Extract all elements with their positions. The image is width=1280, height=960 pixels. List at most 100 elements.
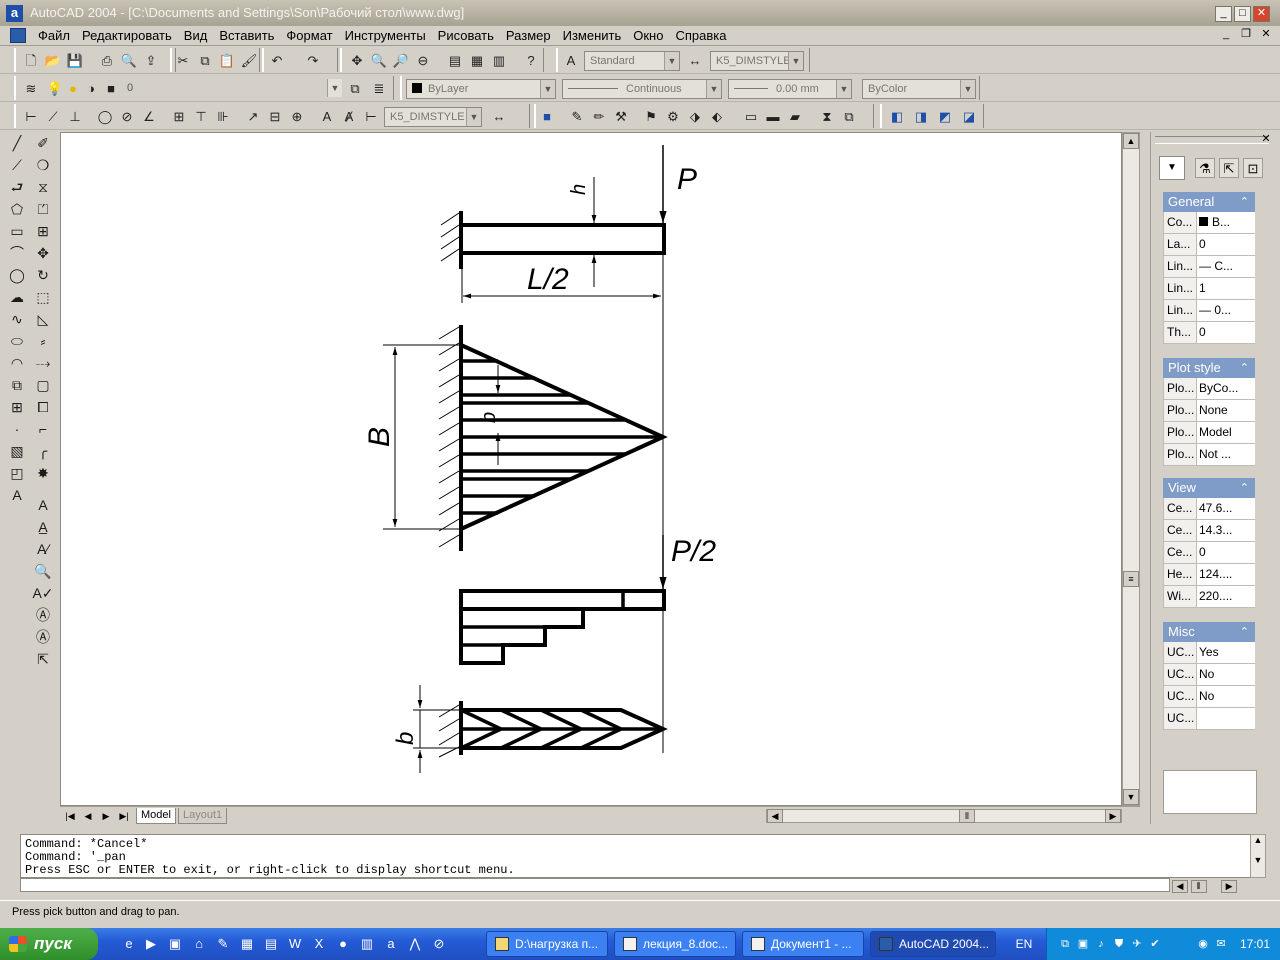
tool-b-icon[interactable]: ⚙ xyxy=(664,108,682,126)
quick-dim-icon[interactable]: ⊞ xyxy=(170,108,188,126)
ie-icon[interactable]: e xyxy=(120,935,138,953)
rectangle-icon[interactable]: ▭ xyxy=(6,220,28,242)
tray-network-icon[interactable]: ⧉ xyxy=(1057,936,1073,952)
stretch-icon[interactable]: ◺ xyxy=(32,308,54,330)
center-mark-icon[interactable]: ⊕ xyxy=(288,108,306,126)
polyline-icon[interactable]: ⮐ xyxy=(6,176,28,198)
dim-edit-icon[interactable]: A xyxy=(318,108,336,126)
redo-icon[interactable]: ↷ xyxy=(304,52,322,70)
book-icon[interactable]: ▥ xyxy=(358,935,376,953)
array-icon[interactable]: ⊞ xyxy=(32,220,54,242)
scale-icon[interactable]: ⬚ xyxy=(32,286,54,308)
prop-value[interactable]: Yes xyxy=(1197,642,1255,663)
minimize-button[interactable]: _ xyxy=(1215,6,1232,22)
tab-next-icon[interactable]: ▶ xyxy=(98,809,114,823)
drawing-horizontal-scrollbar[interactable]: ◀ ⦀ ▶ xyxy=(766,809,1122,823)
task-autocad[interactable]: AutoCAD 2004... xyxy=(870,931,996,957)
edit-text-icon[interactable]: A∕ xyxy=(32,538,54,560)
dim-style-select[interactable]: K5_DIMSTYLE ▼ xyxy=(710,51,804,71)
task-word-lecture[interactable]: лекция_8.doc... xyxy=(614,931,736,957)
angular-dim-icon[interactable]: ∠ xyxy=(140,108,158,126)
text-style-icon[interactable]: A xyxy=(562,52,580,70)
prop-value[interactable]: 0 xyxy=(1197,234,1255,255)
menu-insert[interactable]: Вставить xyxy=(213,28,280,44)
prop-value[interactable]: — C... xyxy=(1197,256,1255,277)
diameter-dim-icon[interactable]: ⊘ xyxy=(118,108,136,126)
draw-order-above-icon[interactable]: ◩ xyxy=(936,108,954,126)
doc-restore-button[interactable]: ❐ xyxy=(1238,28,1254,42)
tool-e-icon[interactable]: ▭ xyxy=(742,108,760,126)
prop-value[interactable]: No xyxy=(1197,664,1255,685)
tool-f-icon[interactable]: ▬ xyxy=(764,108,782,126)
prop-value[interactable]: Not ... xyxy=(1197,444,1255,465)
palette-grip[interactable] xyxy=(1155,136,1269,144)
dim-update-icon[interactable]: ⊢ xyxy=(362,108,380,126)
design-center-icon[interactable]: ▦ xyxy=(468,52,486,70)
tray-mail-icon[interactable]: ✉ xyxy=(1213,936,1229,952)
prop-value[interactable]: 1 xyxy=(1197,278,1255,299)
text-style-select[interactable]: Standard ▼ xyxy=(584,51,680,71)
cut-icon[interactable]: ✂ xyxy=(174,52,192,70)
tool-g-icon[interactable]: ▰ xyxy=(786,108,804,126)
properties-edit-icon[interactable]: ✎ xyxy=(568,108,586,126)
calendar-icon[interactable]: ▤ xyxy=(262,935,280,953)
scroll-left-icon[interactable]: ◀ xyxy=(767,809,783,823)
multiline-text-icon[interactable]: A xyxy=(6,484,28,506)
drawing-area[interactable]: P h L/2 B b P/2 b xyxy=(60,132,1122,806)
section-plot-style-header[interactable]: Plot style ⌃ xyxy=(1163,358,1255,378)
prop-value[interactable]: None xyxy=(1197,400,1255,421)
continue-dim-icon[interactable]: ⊪ xyxy=(214,108,232,126)
record-icon[interactable]: ● xyxy=(334,935,352,953)
command-input[interactable] xyxy=(20,878,1170,892)
match-properties-icon[interactable]: 🖌 xyxy=(240,52,258,70)
hatch-icon[interactable]: ▧ xyxy=(6,440,28,462)
undo-icon[interactable]: ↶ xyxy=(268,52,286,70)
justify-text-icon[interactable]: ⇱ xyxy=(32,648,54,670)
open-icon[interactable]: 📂 xyxy=(44,52,62,70)
find-text-icon[interactable]: 🔍 xyxy=(32,560,54,582)
pickadd-icon[interactable]: ⊡ xyxy=(1243,158,1263,178)
paste-icon[interactable]: 📋 xyxy=(218,52,236,70)
menu-modify[interactable]: Изменить xyxy=(557,28,628,44)
fillet-icon[interactable]: ╭ xyxy=(32,440,54,462)
line-icon[interactable]: ╱ xyxy=(6,132,28,154)
object-type-select[interactable]: ▼ xyxy=(1159,156,1185,180)
menu-view[interactable]: Вид xyxy=(178,28,214,44)
tab-layout1[interactable]: Layout1 xyxy=(178,808,228,824)
hscroll-thumb[interactable]: ⦀ xyxy=(959,809,975,823)
prop-value[interactable]: 47.6... xyxy=(1197,498,1255,519)
color-select[interactable]: ByLayer ▼ xyxy=(406,79,556,99)
tray-volume-icon[interactable]: ♪ xyxy=(1093,936,1109,952)
section-general-header[interactable]: General ⌃ xyxy=(1163,192,1255,212)
select-objects-icon[interactable]: ⇱ xyxy=(1219,158,1239,178)
zoom-previous-icon[interactable]: ⊖ xyxy=(414,52,432,70)
media-player-icon[interactable]: ▶ xyxy=(142,935,160,953)
dim-style-icon[interactable]: ↔ xyxy=(686,52,704,70)
palette-close-icon[interactable]: ✕ xyxy=(1260,134,1272,146)
properties-icon[interactable]: ▤ xyxy=(446,52,464,70)
tab-model[interactable]: Model xyxy=(136,808,176,824)
erase-icon[interactable]: ✐ xyxy=(32,132,54,154)
menu-dimension[interactable]: Размер xyxy=(500,28,557,44)
autocad-quick-icon[interactable]: a xyxy=(382,935,400,953)
spline-icon[interactable]: ∿ xyxy=(6,308,28,330)
acrobat-icon[interactable]: ⋀ xyxy=(406,935,424,953)
tray-globe-icon[interactable]: ◉ xyxy=(1195,936,1211,952)
move-icon[interactable]: ✥ xyxy=(32,242,54,264)
menu-draw[interactable]: Рисовать xyxy=(432,28,500,44)
chamfer-icon[interactable]: ⌐ xyxy=(32,418,54,440)
ellipse-icon[interactable]: ⬭ xyxy=(6,330,28,352)
task-word-doc1[interactable]: Документ1 - ... xyxy=(742,931,864,957)
tool-i-icon[interactable]: ⧉ xyxy=(840,108,858,126)
layer-manager-icon[interactable]: ≋ xyxy=(22,80,40,98)
tab-first-icon[interactable]: |◀ xyxy=(62,809,78,823)
layer-select[interactable]: 0 ▼ xyxy=(122,79,342,99)
close-button[interactable]: ✕ xyxy=(1253,6,1270,22)
tool-h-icon[interactable]: ⧗ xyxy=(818,108,836,126)
construction-line-icon[interactable]: ⟋ xyxy=(6,154,28,176)
publish-icon[interactable]: ⇪ xyxy=(142,52,160,70)
menu-format[interactable]: Формат xyxy=(280,28,338,44)
dim-text-edit-icon[interactable]: Ⱥ xyxy=(340,108,358,126)
text-style-tool-icon[interactable]: Ⓐ xyxy=(32,604,54,626)
scale-text-icon[interactable]: Ⓐ xyxy=(32,626,54,648)
